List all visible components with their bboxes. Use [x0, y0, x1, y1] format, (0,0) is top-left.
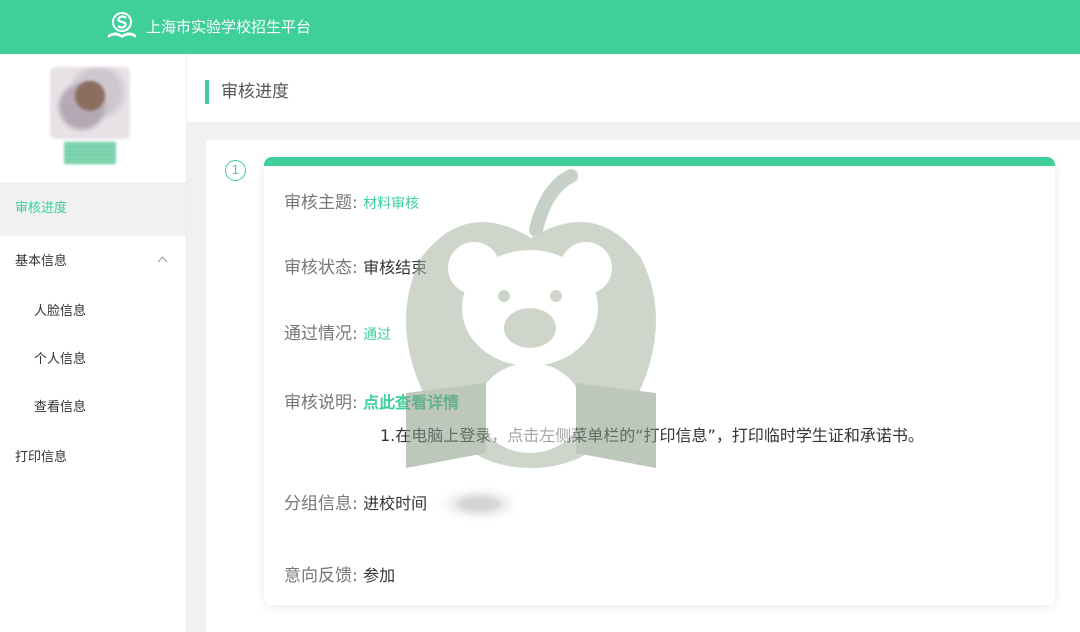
redacted-blur	[434, 487, 515, 521]
page-title: 审核进度	[221, 82, 289, 102]
page-header: 审核进度	[187, 54, 1080, 122]
card-accent-bar	[264, 157, 1055, 166]
pass-status-row: 通过情况: 通过	[284, 319, 391, 344]
intent-feedback-row: 意向反馈: 参加	[284, 561, 395, 586]
review-note-text: 1.在电脑上登录，点击左侧菜单栏的“打印信息”，打印临时学生证和承诺书。	[380, 426, 924, 445]
main-content: 1 审核主题: 材料审核 审核状态: 审核结束 通过情况: 通过 审核说明: 点…	[206, 140, 1080, 632]
intent-feedback-value: 参加	[363, 566, 396, 585]
review-status-value: 审核结束	[363, 258, 428, 277]
sidebar-menu: 审核进度 基本信息 人脸信息 个人信息 查看信息 打印信息	[0, 182, 186, 484]
review-card: 审核主题: 材料审核 审核状态: 审核结束 通过情况: 通过 审核说明: 点此查…	[264, 157, 1055, 605]
review-status-row: 审核状态: 审核结束	[284, 253, 427, 278]
school-logo-icon	[108, 12, 136, 38]
review-note-label: 审核说明:	[284, 393, 358, 413]
review-subject-label: 审核主题:	[284, 193, 358, 213]
sidebar-item-view-info[interactable]: 查看信息	[0, 384, 186, 432]
top-bar: 上海市实验学校招生平台	[0, 0, 1080, 54]
group-info-row: 分组信息: 进校时间	[284, 487, 515, 521]
sidebar-item-basic-info[interactable]: 基本信息	[0, 236, 186, 288]
pass-status-label: 通过情况:	[284, 324, 358, 344]
review-subject-value: 材料审核	[363, 196, 420, 212]
sidebar-item-print-info[interactable]: 打印信息	[0, 432, 186, 484]
user-name-blurred	[64, 142, 116, 164]
intent-feedback-label: 意向反馈:	[284, 566, 358, 586]
review-status-label: 审核状态:	[284, 258, 358, 278]
step-number: 1	[225, 160, 246, 181]
sidebar-item-personal-info[interactable]: 个人信息	[0, 336, 186, 384]
pass-status-value: 通过	[363, 327, 392, 343]
chevron-up-icon	[157, 256, 168, 267]
review-note-row: 审核说明: 点此查看详情	[284, 388, 459, 413]
sidebar: 审核进度 基本信息 人脸信息 个人信息 查看信息 打印信息	[0, 54, 187, 632]
sidebar-item-face-info[interactable]: 人脸信息	[0, 288, 186, 336]
review-subject-row: 审核主题: 材料审核	[284, 188, 419, 213]
title-accent-bar	[205, 80, 209, 104]
group-info-label: 分组信息:	[284, 494, 358, 514]
avatar	[50, 67, 130, 139]
view-details-link[interactable]: 点此查看详情	[363, 393, 459, 412]
sidebar-item-label: 基本信息	[15, 254, 68, 269]
sidebar-item-review-progress[interactable]: 审核进度	[0, 182, 186, 236]
app-title: 上海市实验学校招生平台	[146, 17, 312, 36]
group-info-value: 进校时间	[363, 494, 428, 513]
brand[interactable]: 上海市实验学校招生平台	[106, 11, 311, 41]
